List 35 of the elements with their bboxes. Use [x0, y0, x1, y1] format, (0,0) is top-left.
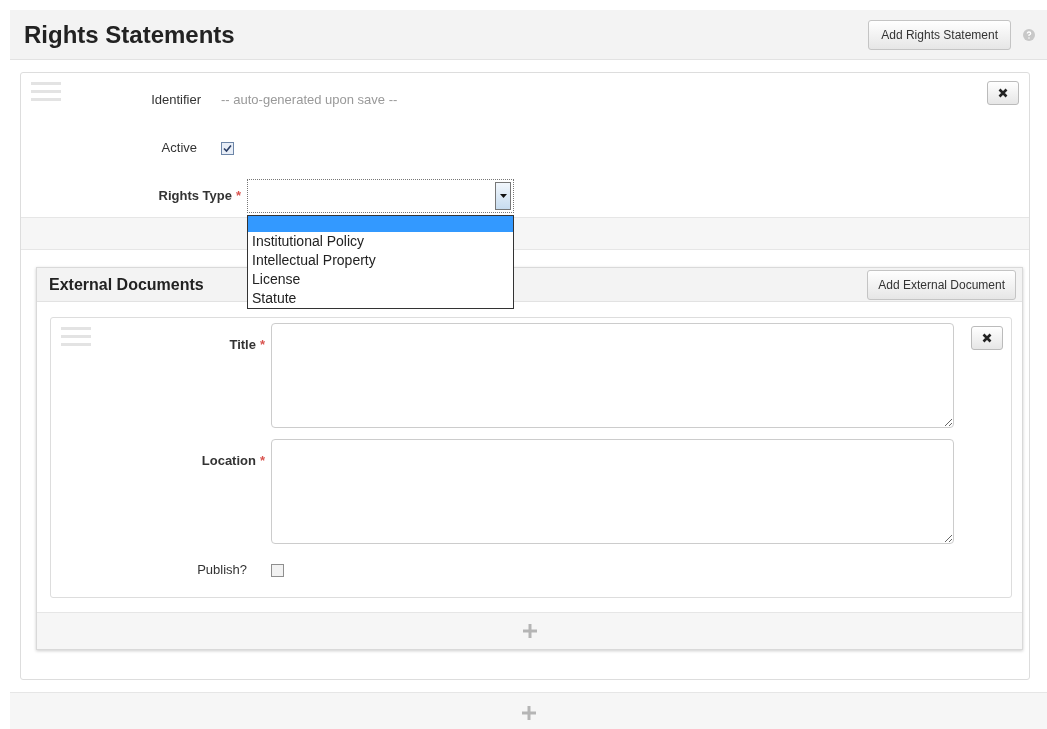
- caret-icon: [499, 194, 507, 198]
- field-label: Identifier: [151, 91, 201, 110]
- section-title: External Documents: [49, 274, 204, 295]
- add-icon[interactable]: [520, 704, 537, 721]
- text-area[interactable]: [271, 323, 954, 428]
- dropdown-option[interactable]: Statute: [248, 289, 513, 308]
- help-icon[interactable]: [1023, 28, 1035, 41]
- field-label: Publish?: [197, 561, 247, 580]
- text-area[interactable]: [271, 439, 954, 544]
- drag-handle-icon[interactable]: [61, 326, 91, 348]
- required-mark: *: [259, 336, 265, 354]
- close-icon: [982, 333, 992, 343]
- field-label: Active: [161, 139, 197, 158]
- close-icon: [998, 88, 1008, 98]
- checkmark-icon: [223, 143, 232, 153]
- identifier-value: -- auto-generated upon save --: [221, 91, 398, 110]
- rights-type-select[interactable]: [247, 179, 514, 213]
- field-label: Title: [229, 336, 256, 354]
- required-mark: *: [235, 187, 241, 206]
- checkbox[interactable]: [271, 563, 284, 577]
- drag-handle-icon[interactable]: [31, 81, 61, 103]
- checkbox[interactable]: [221, 141, 234, 155]
- field-label: Location: [201, 452, 256, 470]
- field-label: Rights Type: [158, 187, 232, 206]
- dropdown-option[interactable]: Intellectual Property: [248, 251, 513, 270]
- close-button[interactable]: [971, 326, 1003, 350]
- required-mark: *: [259, 452, 265, 470]
- add-rights-statement-button[interactable]: Add Rights Statement: [868, 19, 1011, 50]
- add-icon[interactable]: [521, 623, 538, 639]
- dropdown-option[interactable]: License: [248, 270, 513, 289]
- add-external-document-button[interactable]: Add External Document: [867, 269, 1016, 300]
- dropdown-option[interactable]: Institutional Policy: [248, 232, 513, 251]
- dropdown-arrow-button[interactable]: [495, 182, 511, 210]
- page-title: Rights Statements: [24, 19, 236, 50]
- close-button[interactable]: [987, 81, 1019, 105]
